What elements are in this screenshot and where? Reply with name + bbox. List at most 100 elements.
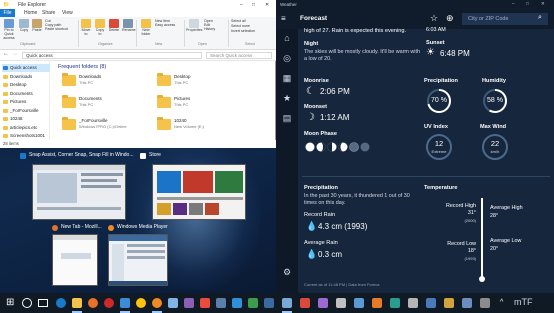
tab-home[interactable]: Home (24, 10, 37, 16)
folder-tile[interactable]: Downloads This PC (62, 73, 122, 93)
avg-rain-label: Average Rain (304, 240, 338, 246)
media-player-icon[interactable] (152, 298, 162, 308)
delete-button[interactable]: Delete (108, 19, 120, 32)
nav-item[interactable]: Pictures (2, 98, 50, 106)
app-icon[interactable] (336, 298, 346, 308)
address-bar[interactable]: Quick access (22, 52, 202, 59)
minimize-icon[interactable]: – (512, 1, 515, 6)
app-icon[interactable] (354, 298, 364, 308)
folder-tile[interactable]: Desktop This PC (157, 73, 217, 93)
nav-item[interactable]: Downloads (2, 73, 50, 81)
folder-tile[interactable]: 10240 New Volume (E:) (157, 117, 217, 137)
taskview-card-4[interactable]: Windows Media Player (108, 222, 208, 288)
paste-label: Paste (32, 28, 42, 32)
easy-access-button[interactable]: Easy access (155, 23, 183, 27)
avg-high-label: Average High (490, 205, 523, 211)
app-icon[interactable] (444, 298, 454, 308)
weather-titlebar[interactable]: Weather – □ ✕ (276, 0, 554, 9)
historical-icon[interactable]: ▦ (276, 73, 298, 84)
move-to-button[interactable]: Move to (80, 19, 92, 36)
app-icon[interactable] (232, 298, 242, 308)
app-icon[interactable] (184, 298, 194, 308)
app-icon[interactable] (480, 298, 490, 308)
nav-item[interactable]: Desktop (2, 81, 50, 89)
app-icon[interactable] (318, 298, 328, 308)
news-icon[interactable]: ▤ (276, 113, 298, 124)
rename-button[interactable]: Rename (122, 19, 136, 32)
close-icon[interactable]: ✕ (265, 2, 269, 8)
taskview-card-2[interactable]: Store (140, 150, 248, 220)
uv-value: 12 (434, 139, 444, 148)
chrome-icon[interactable] (136, 298, 146, 308)
app-icon[interactable] (390, 298, 400, 308)
nav-item[interactable]: 10248 (2, 115, 50, 123)
pin-button[interactable]: Pin to Quick access (2, 19, 16, 40)
opera-icon[interactable] (104, 298, 114, 308)
nav-item[interactable]: articlepics.etc (2, 124, 50, 132)
app-icon[interactable] (264, 298, 274, 308)
folder-tile[interactable]: Pictures This PC (157, 95, 217, 115)
app-icon[interactable] (216, 298, 226, 308)
thumb-line (157, 197, 243, 200)
store-icon[interactable] (120, 298, 130, 308)
forecast-icon[interactable]: ⌂ (276, 33, 298, 43)
app-icon[interactable] (248, 298, 258, 308)
nav-item[interactable]: Documents (2, 90, 50, 98)
folder-tile[interactable]: _ForFoursville Windows7PRO (C:)\Online (62, 117, 127, 137)
search-input[interactable]: City or ZIP Code ⌕ (462, 13, 548, 25)
hamburger-icon[interactable]: ≡ (281, 14, 286, 23)
app-icon[interactable] (426, 298, 436, 308)
settings-icon[interactable]: ⚙ (276, 267, 298, 278)
tray-chevron-icon[interactable]: ^ (500, 299, 503, 306)
thumb-line (127, 256, 165, 259)
invert-selection-button[interactable]: Invert selection (231, 29, 275, 34)
app-icon[interactable] (200, 298, 210, 308)
explorer-titlebar[interactable]: 📁 File Explorer – □ ✕ (0, 0, 276, 9)
tab-share[interactable]: Share (42, 10, 55, 16)
nav-item[interactable]: _ForFoursville (2, 107, 50, 115)
copy-to-button[interactable]: Copy to (94, 19, 106, 36)
cortana-icon[interactable] (22, 298, 32, 308)
app-icon[interactable] (300, 298, 310, 308)
back-icon[interactable]: ← (3, 51, 9, 57)
thumb-tile (189, 203, 203, 215)
search-icon[interactable]: ⌕ (538, 14, 542, 22)
app-icon[interactable] (372, 298, 382, 308)
weather-window[interactable]: Weather – □ ✕ ≡ Forecast ☆ ⊕ City or ZIP… (276, 0, 554, 293)
close-icon[interactable]: ✕ (541, 1, 545, 7)
firefox-icon[interactable] (88, 298, 98, 308)
file-explorer-window[interactable]: 📁 File Explorer – □ ✕ File Home Share Vi… (0, 0, 276, 148)
taskview-card-1[interactable]: Snap Assist, Corner Snap, Snap Fill in W… (20, 150, 134, 220)
history-button[interactable]: History (204, 27, 224, 31)
copy-button[interactable]: Copy (18, 19, 30, 32)
forward-icon[interactable]: → (12, 51, 18, 57)
places-icon[interactable]: ★ (276, 93, 298, 104)
tab-view[interactable]: View (62, 10, 73, 16)
weather-app-icon[interactable] (282, 298, 292, 308)
task-view-icon[interactable] (38, 299, 48, 307)
properties-button[interactable]: Properties (186, 19, 202, 32)
nav-item[interactable]: Quick access (2, 64, 50, 72)
pin-icon[interactable]: ⊕ (446, 13, 454, 24)
maximize-icon[interactable]: □ (252, 2, 255, 8)
maximize-icon[interactable]: □ (526, 1, 529, 6)
app-icon[interactable] (462, 298, 472, 308)
start-windows-icon[interactable]: ⊞ (6, 298, 14, 308)
paste-shortcut-button[interactable]: Paste shortcut (45, 27, 75, 31)
tab-file[interactable]: File (0, 9, 15, 17)
nav-item[interactable]: Screenshots1001 (2, 132, 50, 140)
minimize-icon[interactable]: – (240, 2, 243, 8)
tray-text: mTF (514, 297, 533, 307)
thumb-line (127, 250, 165, 253)
file-explorer-icon[interactable] (72, 298, 82, 308)
edge-icon[interactable] (56, 298, 66, 308)
new-folder-button[interactable]: New folder (139, 19, 153, 36)
thumb-line (37, 207, 121, 210)
app-icon[interactable] (408, 298, 418, 308)
favorite-star-icon[interactable]: ☆ (430, 13, 438, 24)
maps-icon[interactable]: ◎ (276, 53, 298, 64)
paste-button[interactable]: Paste (31, 19, 43, 32)
search-input[interactable]: Search Quick access (206, 52, 272, 59)
app-icon[interactable] (168, 298, 178, 308)
folder-tile[interactable]: Documents This PC (62, 95, 122, 115)
